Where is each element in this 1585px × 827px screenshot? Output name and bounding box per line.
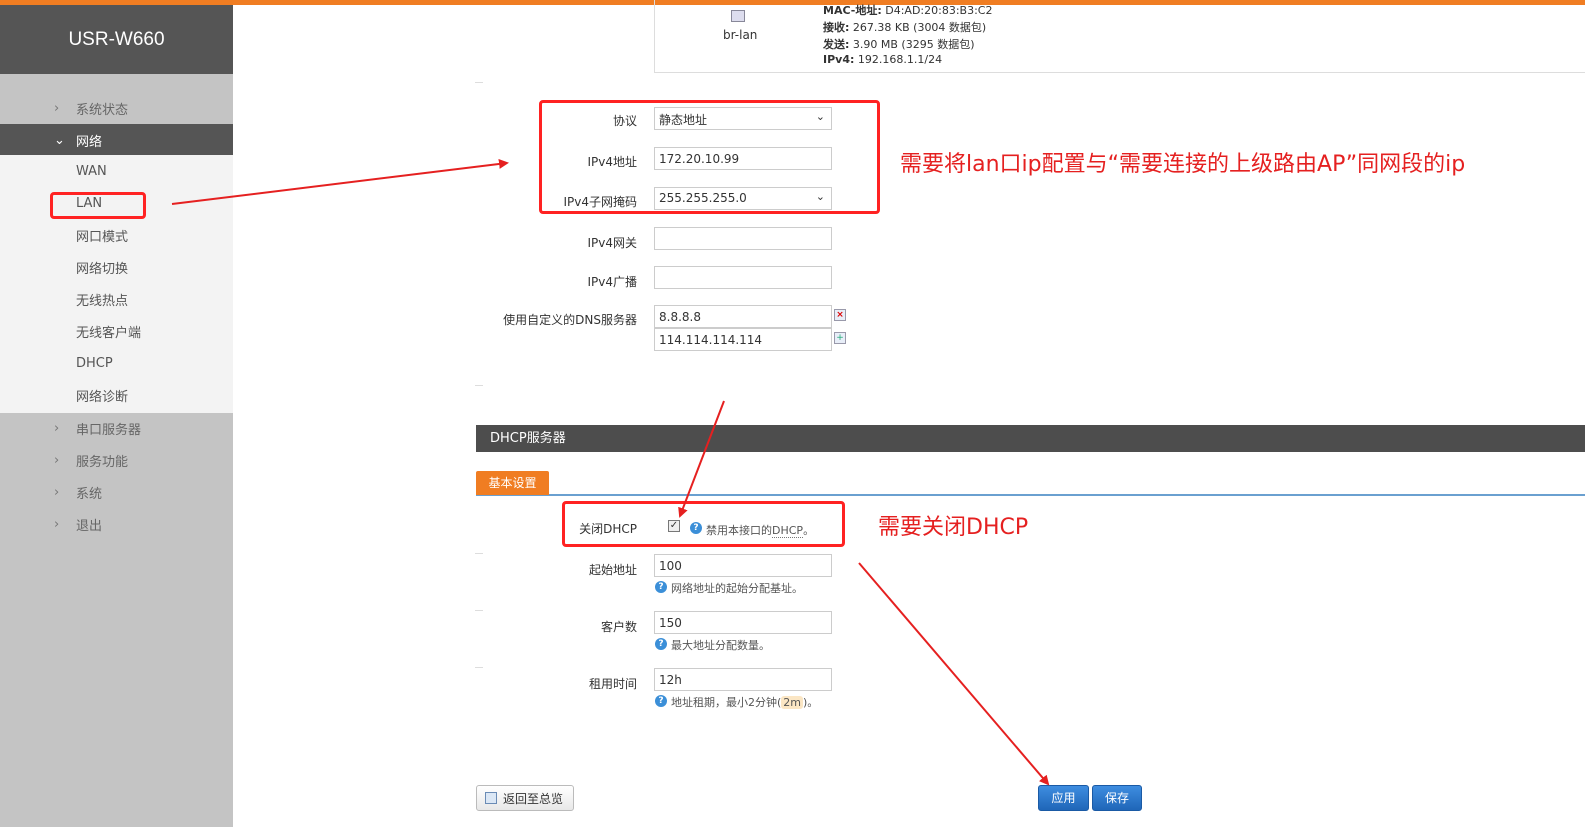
start-address-label: 起始地址 bbox=[588, 563, 637, 577]
chevron-right-icon: › bbox=[54, 420, 60, 436]
client-limit-label: 客户数 bbox=[600, 620, 637, 634]
interface-summary bbox=[654, 0, 1585, 73]
sidebar-item-services[interactable]: › 服务功能 bbox=[0, 444, 233, 476]
sidebar-subitem-label: 无线热点 bbox=[76, 293, 129, 309]
chevron-right-icon: › bbox=[54, 100, 60, 116]
sidebar-subitem-label: 网络诊断 bbox=[76, 389, 129, 405]
divider bbox=[475, 667, 483, 668]
add-icon[interactable]: + bbox=[834, 332, 846, 344]
sidebar-item-label: 服务功能 bbox=[76, 454, 129, 470]
divider bbox=[475, 610, 483, 611]
back-icon bbox=[485, 792, 497, 804]
dns-input[interactable] bbox=[654, 328, 832, 351]
save-button[interactable]: 保存 bbox=[1092, 785, 1142, 811]
sidebar-subitem-wifi-client[interactable]: 无线客户端 bbox=[0, 315, 233, 347]
interface-ipv4: IPv4: 192.168.1.1/24 bbox=[823, 53, 943, 66]
divider bbox=[475, 553, 483, 554]
annotation-box-dhcp bbox=[562, 501, 845, 547]
interface-mac: MAC-地址: D4:AD:20:83:B3:C2 bbox=[823, 4, 993, 17]
help-icon: ? bbox=[655, 581, 667, 593]
lease-time-label: 租用时间 bbox=[588, 677, 637, 691]
network-interface-icon bbox=[731, 10, 745, 22]
ipv4-broadcast-input[interactable] bbox=[654, 266, 832, 289]
client-limit-input[interactable] bbox=[654, 611, 832, 634]
sidebar-subitem-diagnostics[interactable]: 网络诊断 bbox=[0, 379, 233, 411]
sidebar-item-network[interactable]: ⌄ 网络 bbox=[0, 124, 233, 156]
dns-label: 使用自定义的DNS服务器 bbox=[503, 313, 637, 327]
chevron-right-icon: › bbox=[54, 452, 60, 468]
sidebar-subitem-label: WAN bbox=[76, 163, 107, 179]
sidebar-subitem-label: 网络切换 bbox=[76, 261, 129, 277]
divider bbox=[475, 385, 483, 386]
dns-input[interactable] bbox=[654, 305, 832, 328]
sidebar-subitem-label: DHCP bbox=[76, 355, 113, 371]
help-icon: ? bbox=[655, 695, 667, 707]
sidebar-item-system[interactable]: › 系统 bbox=[0, 476, 233, 508]
tab-underline bbox=[476, 494, 1585, 496]
annotation-note-ip: 需要将lan口ip配置与“需要连接的上级路由AP”同网段的ip bbox=[900, 152, 1466, 177]
sidebar-item-label: 系统 bbox=[76, 486, 103, 502]
interface-tx: 发送: 3.90 MB (3295 数据包) bbox=[823, 38, 975, 51]
lease-time-help: 地址租期，最小2分钟(2m)。 bbox=[671, 696, 819, 709]
sidebar-subitem-label: 网口模式 bbox=[76, 229, 129, 245]
ipv4-gateway-label: IPv4网关 bbox=[587, 236, 637, 250]
ipv4-broadcast-label: IPv4广播 bbox=[587, 275, 637, 289]
sidebar-item-label: 退出 bbox=[76, 518, 103, 534]
start-address-input[interactable] bbox=[654, 554, 832, 577]
brand-title: USR-W660 bbox=[0, 5, 233, 74]
remove-icon[interactable]: × bbox=[834, 309, 846, 321]
annotation-arrow-apply bbox=[858, 562, 1050, 786]
sidebar-item-label: 系统状态 bbox=[76, 102, 129, 118]
sidebar-item-logout[interactable]: › 退出 bbox=[0, 508, 233, 540]
chevron-right-icon: › bbox=[54, 516, 60, 532]
back-button-label: 返回至总览 bbox=[503, 791, 564, 806]
annotation-note-dhcp: 需要关闭DHCP bbox=[878, 515, 1029, 540]
sidebar-item-status[interactable]: › 系统状态 bbox=[0, 92, 233, 124]
start-address-help: 网络地址的起始分配基址。 bbox=[671, 582, 803, 595]
help-icon: ? bbox=[655, 638, 667, 650]
back-to-overview-button[interactable]: 返回至总览 bbox=[476, 785, 574, 811]
chevron-down-icon: ⌄ bbox=[54, 132, 65, 148]
lease-time-input[interactable] bbox=[654, 668, 832, 691]
sidebar-subitem-port-mode[interactable]: 网口模式 bbox=[0, 219, 233, 251]
annotation-arrow-dhcp bbox=[678, 400, 725, 518]
sidebar-subitem-net-switch[interactable]: 网络切换 bbox=[0, 251, 233, 283]
interface-rx: 接收: 267.38 KB (3004 数据包) bbox=[823, 21, 987, 34]
sidebar-item-serial-server[interactable]: › 串口服务器 bbox=[0, 412, 233, 444]
divider bbox=[475, 82, 483, 83]
annotation-box-ip bbox=[539, 100, 880, 214]
sidebar-subitem-dhcp[interactable]: DHCP bbox=[0, 347, 233, 379]
sidebar-item-label: 串口服务器 bbox=[76, 422, 142, 438]
chevron-right-icon: › bbox=[54, 484, 60, 500]
sidebar-subitem-label: 无线客户端 bbox=[76, 325, 142, 341]
tab-basic-settings[interactable]: 基本设置 bbox=[476, 471, 549, 495]
sidebar-item-label: 网络 bbox=[76, 134, 103, 150]
interface-name: br-lan bbox=[723, 28, 758, 42]
annotation-box-lan bbox=[50, 192, 146, 219]
client-limit-help: 最大地址分配数量。 bbox=[671, 639, 770, 652]
ipv4-gateway-input[interactable] bbox=[654, 227, 832, 250]
apply-button[interactable]: 应用 bbox=[1038, 785, 1089, 811]
sidebar-subitem-hotspot[interactable]: 无线热点 bbox=[0, 283, 233, 315]
dhcp-section-title: DHCP服务器 bbox=[476, 425, 1585, 452]
sidebar: USR-W660 › 系统状态 ⌄ 网络 WAN LAN 网口模式 网络切换 无… bbox=[0, 5, 233, 827]
sidebar-subitem-wan[interactable]: WAN bbox=[0, 155, 233, 187]
